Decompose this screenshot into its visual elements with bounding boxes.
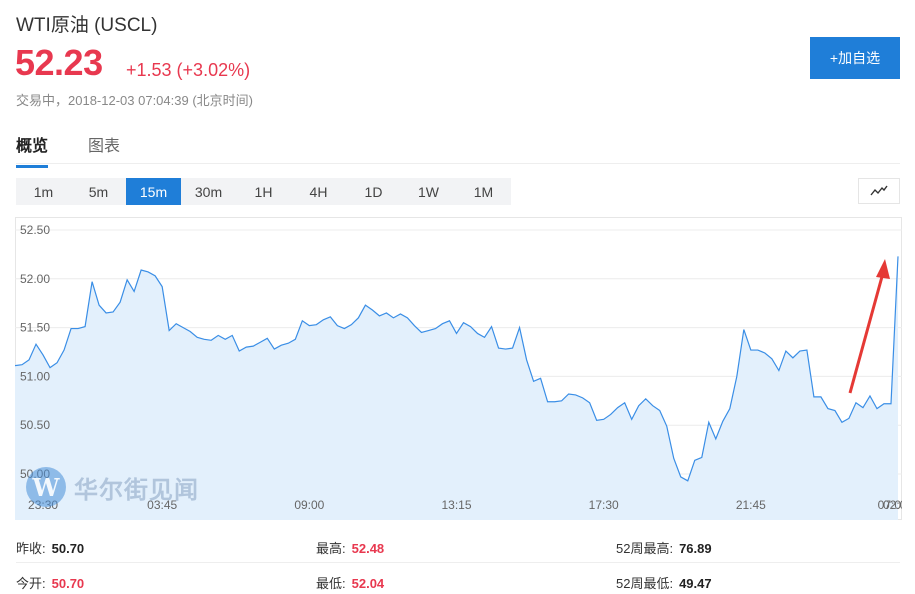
instrument-title: WTI原油 (USCL) [16,15,158,36]
interval-selector: 1m 5m 15m 30m 1H 4H 1D 1W 1M [16,178,511,205]
price-change: +1.53 (+3.02%) [126,60,251,80]
watermark: W 华尔街见闻 [26,467,199,507]
stat-label: 52周最高: [616,541,674,556]
watermark-logo-icon: W [26,467,66,507]
x-tick-label: 17:30 [589,498,619,512]
y-tick-label: 52.00 [20,272,50,286]
x-tick-label: 07:0 [878,498,902,512]
stat-label: 今开: [16,576,46,591]
stat-value: 76.89 [679,541,712,556]
interval-15m[interactable]: 15m [126,178,181,205]
chart-type-button[interactable] [858,178,900,204]
interval-30m[interactable]: 30m [181,178,236,205]
stat-label: 最高: [316,541,346,556]
stat-low: 最低: 52.04 [316,573,384,592]
watermark-text: 华尔街见闻 [74,474,199,504]
stat-52w-high: 52周最高: 76.89 [616,538,712,557]
stat-value: 50.70 [51,576,85,591]
stat-label: 昨收: [16,541,46,556]
y-tick-label: 51.00 [20,369,50,383]
interval-1h[interactable]: 1H [236,178,291,205]
line-chart-icon [870,185,888,196]
y-tick-label: 50.50 [20,418,50,432]
x-tick-label: 09:00 [294,498,324,512]
stats-panel: 昨收: 50.70 最高: 52.48 52周最高: 76.89 今开: 50.70 最… [16,528,900,594]
stat-high: 最高: 52.48 [316,538,384,557]
add-to-watchlist-button[interactable]: +加自选 [810,37,900,79]
current-price: 52.23 [15,42,103,83]
interval-5m[interactable]: 5m [71,178,126,205]
tab-bar: 概览 图表 [16,128,900,168]
interval-1m[interactable]: 1m [16,178,71,205]
x-tick-label: 21:45 [736,498,766,512]
stat-value: 52.04 [351,576,385,591]
interval-1d[interactable]: 1D [346,178,401,205]
stat-label: 最低: [316,576,346,591]
interval-1mo[interactable]: 1M [456,178,511,205]
interval-4h[interactable]: 4H [291,178,346,205]
x-tick-label: 13:15 [441,498,471,512]
stat-prev-close: 昨收: 50.70 [16,538,84,557]
interval-1w[interactable]: 1W [401,178,456,205]
y-tick-label: 51.50 [20,321,50,335]
tab-overview[interactable]: 概览 [16,132,49,168]
tab-chart[interactable]: 图表 [88,132,120,165]
y-tick-label: 52.50 [20,223,50,237]
stat-open: 今开: 50.70 [16,573,84,592]
stat-value: 49.47 [679,576,712,591]
stats-row: 昨收: 50.70 最高: 52.48 52周最高: 76.89 [16,528,900,563]
stat-value: 52.48 [351,541,385,556]
trading-status: 交易中，2018-12-03 07:04:39 (北京时间) [16,93,253,108]
stat-52w-low: 52周最低: 49.47 [616,573,712,592]
stat-value: 50.70 [51,541,85,556]
stat-label: 52周最低: [616,576,674,591]
stats-row: 今开: 50.70 最低: 52.04 52周最低: 49.47 [16,563,900,594]
